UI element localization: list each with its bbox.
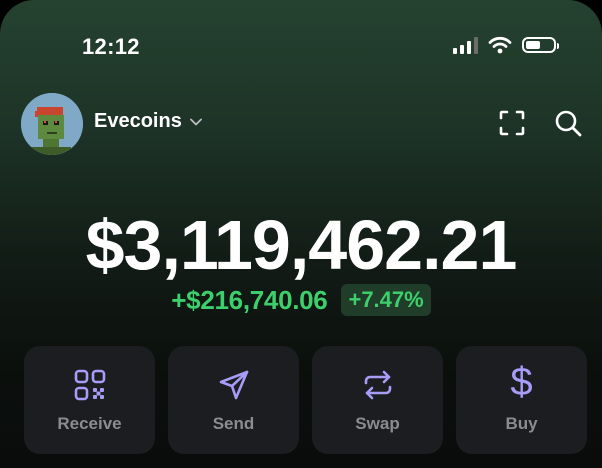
change-percent-badge: +7.47% xyxy=(341,284,431,316)
wifi-icon xyxy=(488,36,512,54)
battery-icon xyxy=(522,37,559,53)
send-button[interactable]: Send xyxy=(168,346,299,454)
chevron-down-icon xyxy=(189,118,202,125)
receive-button[interactable]: Receive xyxy=(24,346,155,454)
swap-icon xyxy=(364,370,391,400)
wallet-selector[interactable]: Evecoins xyxy=(94,110,202,133)
change-amount: +$216,740.06 xyxy=(171,284,328,315)
swap-label: Swap xyxy=(355,414,400,433)
qr-code-icon xyxy=(74,369,105,401)
receive-label: Receive xyxy=(57,414,122,433)
search-icon[interactable] xyxy=(553,108,583,138)
pixel-avatar-image xyxy=(21,93,83,155)
dollar-icon: $ xyxy=(510,360,533,404)
buy-label: Buy xyxy=(505,414,538,433)
cellular-signal-icon xyxy=(453,36,478,54)
status-time: 12:12 xyxy=(82,34,140,59)
scan-icon[interactable] xyxy=(497,108,527,138)
status-icons xyxy=(453,36,559,54)
wallet-home-screen: 12:12 Evecoins $3,119,462.21 +$216,740.0… xyxy=(0,0,602,468)
send-label: Send xyxy=(212,414,255,433)
buy-button[interactable]: $ Buy xyxy=(456,346,587,454)
swap-button[interactable]: Swap xyxy=(312,346,443,454)
total-balance: $3,119,462.21 xyxy=(85,206,518,284)
send-icon xyxy=(219,370,248,400)
balance-change-row: +$216,740.06 +7.47% xyxy=(0,284,602,316)
avatar[interactable] xyxy=(21,93,83,155)
action-buttons: Receive Send Swap $ Buy xyxy=(24,346,587,454)
wallet-name: Evecoins xyxy=(94,110,182,132)
